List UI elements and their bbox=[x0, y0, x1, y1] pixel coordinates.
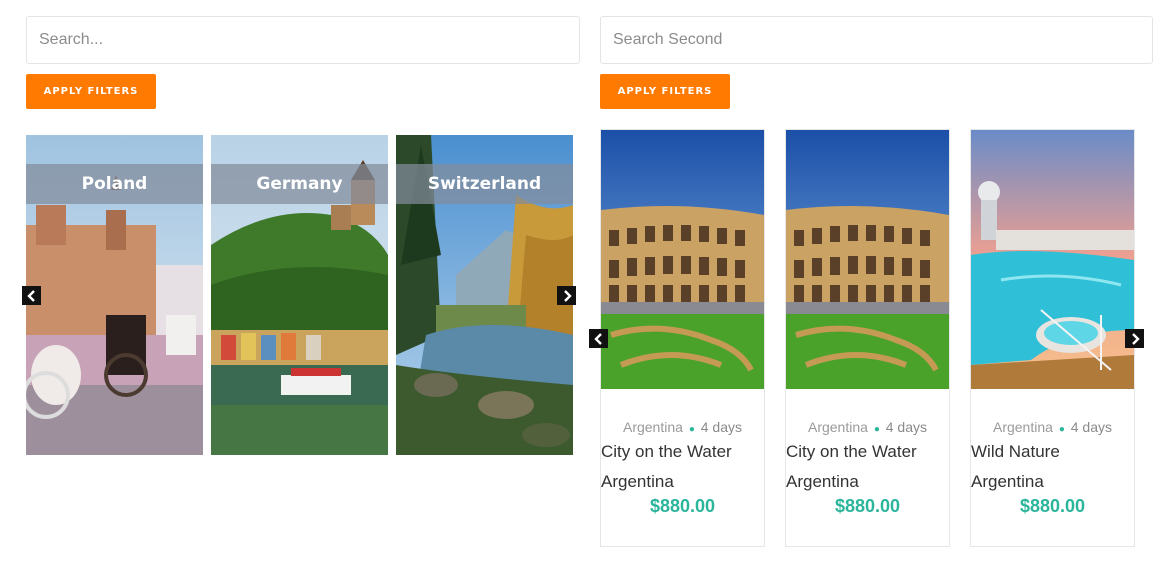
chevron-right-icon bbox=[563, 289, 572, 302]
colosseum-image bbox=[601, 130, 764, 389]
tour-meta: Argentina ● 4 days bbox=[601, 419, 764, 435]
destination-card-germany[interactable]: Germany bbox=[211, 135, 388, 455]
tour-card[interactable]: Argentina ● 4 days City on the Water Arg… bbox=[600, 129, 765, 547]
tour-price: $880.00 bbox=[834, 496, 901, 516]
destination-title: Switzerland bbox=[396, 164, 573, 204]
tour-card[interactable]: Argentina ● 4 days Wild Nature Argentina… bbox=[970, 129, 1135, 547]
cruise-pool-image bbox=[971, 130, 1134, 389]
search-input-second[interactable] bbox=[600, 16, 1153, 64]
destination-title: Poland bbox=[26, 164, 203, 204]
tour-price: $880.00 bbox=[649, 496, 716, 516]
dot-separator-icon: ● bbox=[873, 424, 880, 435]
tour-name[interactable]: City on the Water bbox=[601, 442, 732, 462]
apply-filters-button-second[interactable]: APPLY FILTERS bbox=[600, 74, 730, 109]
destination-title: Germany bbox=[211, 164, 388, 204]
tour-duration: 4 days bbox=[885, 419, 927, 435]
chevron-right-icon bbox=[1131, 332, 1140, 345]
tour-country: Argentina bbox=[992, 419, 1053, 435]
carousel-prev-button-first[interactable] bbox=[22, 286, 41, 305]
tour-name[interactable]: Wild Nature bbox=[971, 442, 1060, 462]
tour-duration: 4 days bbox=[1070, 419, 1112, 435]
tour-country: Argentina bbox=[807, 419, 868, 435]
colosseum-image bbox=[786, 130, 949, 389]
tour-location: Argentina bbox=[601, 472, 674, 491]
tour-meta: Argentina ● 4 days bbox=[971, 419, 1134, 435]
carousel-next-button-second[interactable] bbox=[1125, 329, 1144, 348]
tour-meta: Argentina ● 4 days bbox=[786, 419, 949, 435]
chevron-left-icon bbox=[593, 332, 602, 345]
tour-country: Argentina bbox=[622, 419, 683, 435]
tour-location: Argentina bbox=[971, 472, 1044, 491]
tour-duration: 4 days bbox=[700, 419, 742, 435]
apply-filters-button-first[interactable]: APPLY FILTERS bbox=[26, 74, 156, 109]
chevron-left-icon bbox=[26, 289, 35, 302]
carousel-prev-button-second[interactable] bbox=[589, 329, 608, 348]
dot-separator-icon: ● bbox=[1058, 424, 1065, 435]
carousel-next-button-first[interactable] bbox=[557, 286, 576, 305]
tour-price: $880.00 bbox=[1019, 496, 1086, 516]
tour-name[interactable]: City on the Water bbox=[786, 442, 917, 462]
search-input-first[interactable] bbox=[26, 16, 580, 64]
tour-location: Argentina bbox=[786, 472, 859, 491]
tour-card[interactable]: Argentina ● 4 days City on the Water Arg… bbox=[785, 129, 950, 547]
destination-card-poland[interactable]: Poland bbox=[26, 135, 203, 455]
dot-separator-icon: ● bbox=[688, 424, 695, 435]
destination-card-switzerland[interactable]: Switzerland bbox=[396, 135, 573, 455]
